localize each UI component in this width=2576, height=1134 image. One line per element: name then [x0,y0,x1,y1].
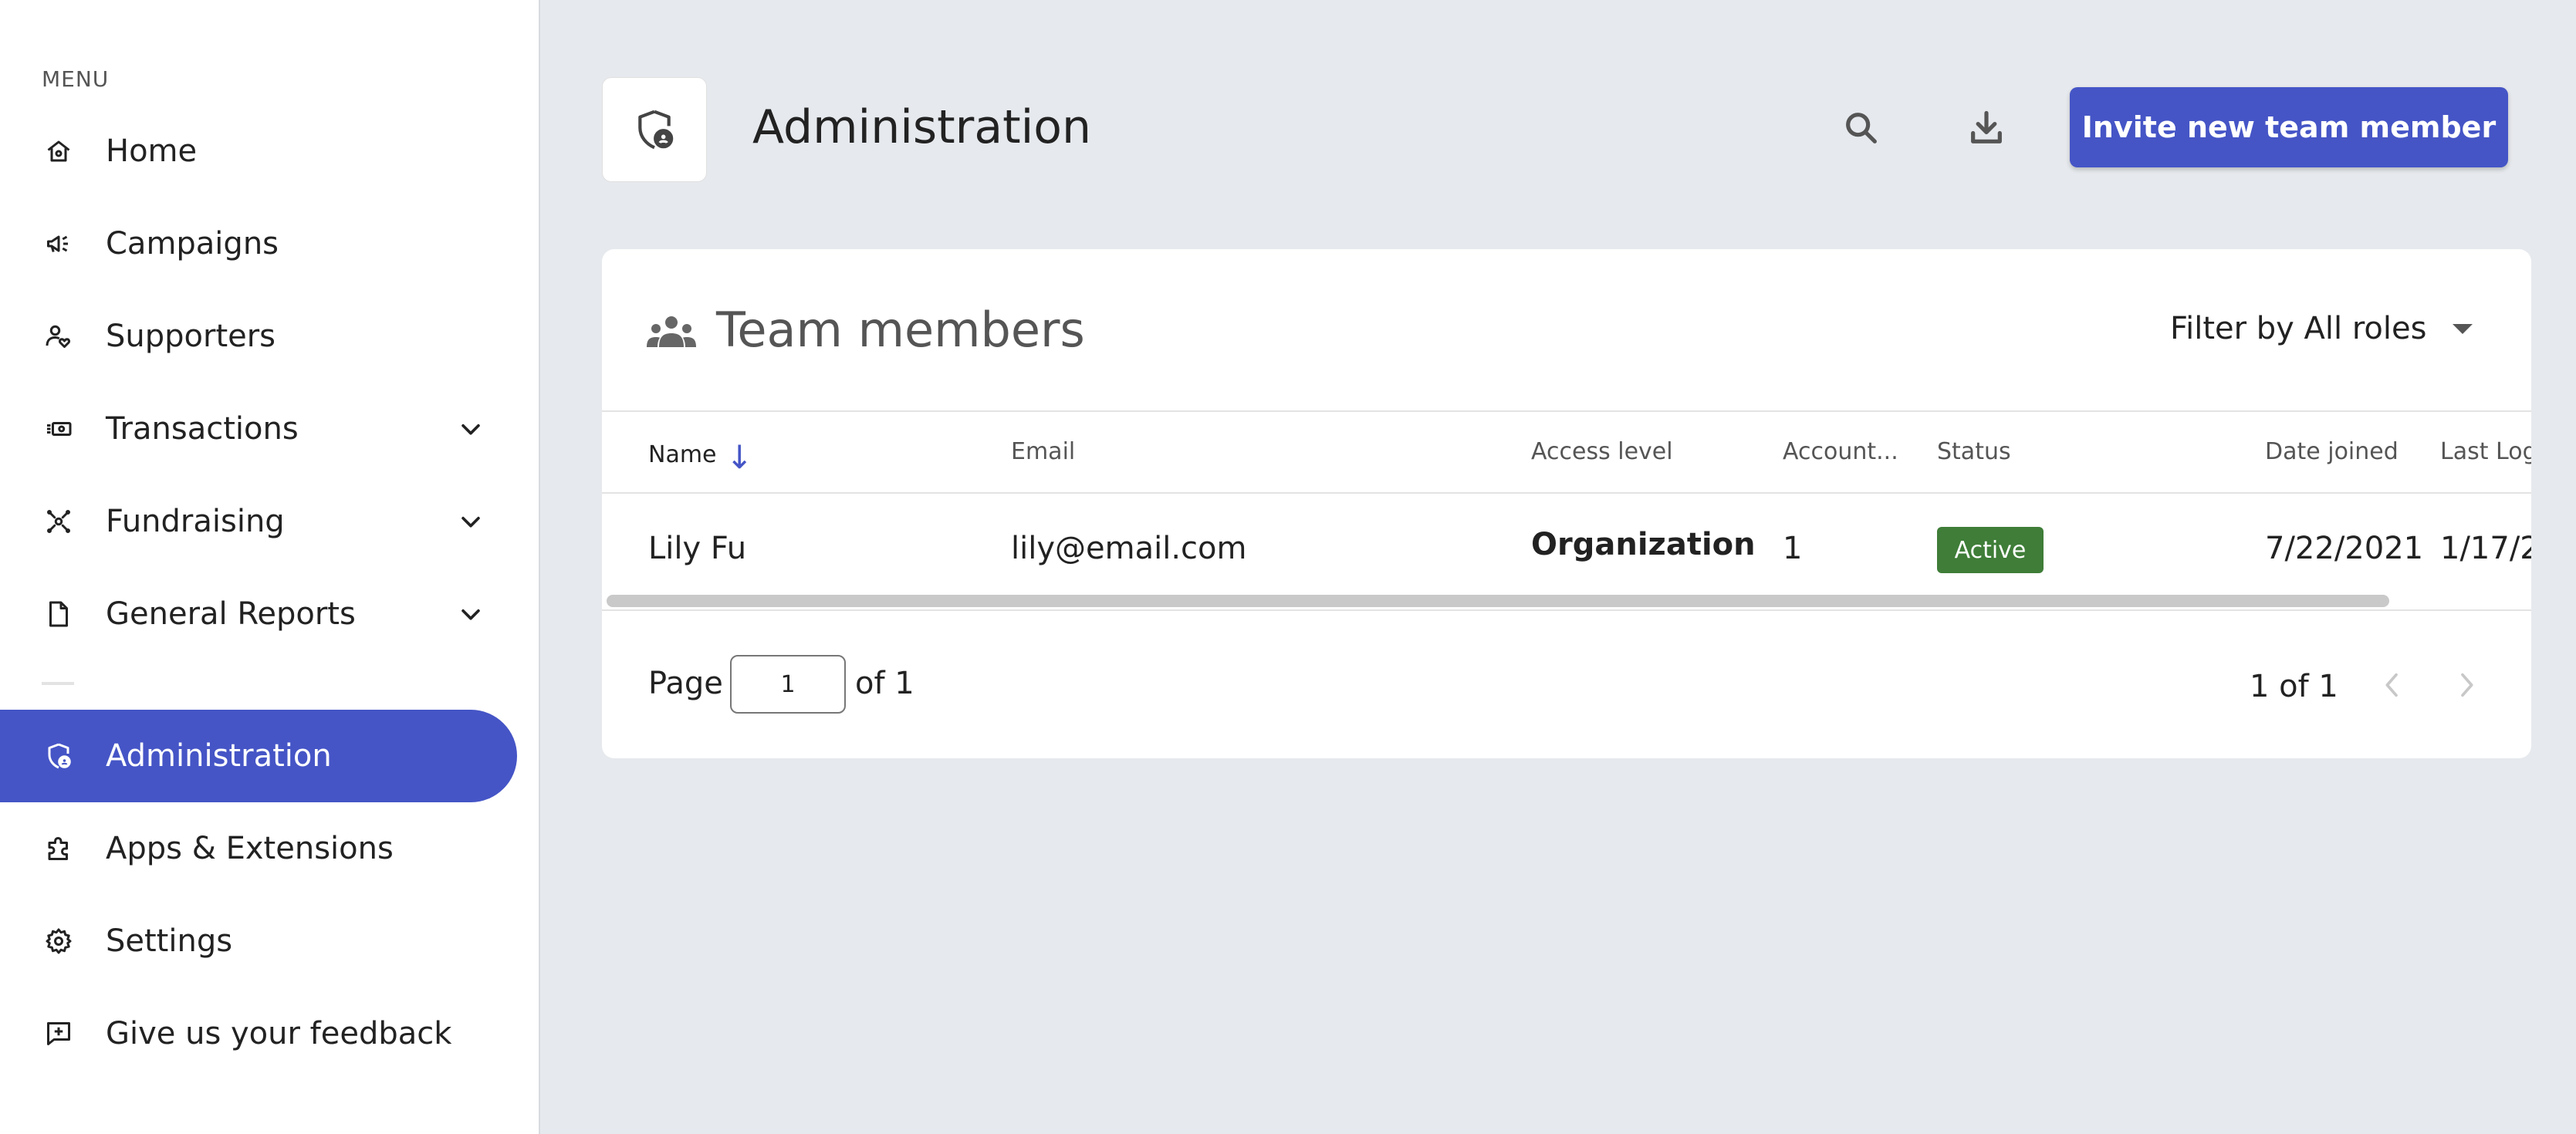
sidebar-item-apps-extensions[interactable]: Apps & Extensions [0,802,517,895]
divider [602,492,2531,494]
cash-icon [43,413,74,444]
cell-last-login: 1/17/2 [2440,531,2531,566]
sidebar-item-label: Administration [106,738,332,774]
status-badge: Active [1937,527,2044,573]
caret-down-icon [2453,323,2473,334]
cell-email: lily@email.com [1011,531,1247,566]
puzzle-icon [43,833,74,864]
sidebar-item-label: Settings [106,923,233,959]
column-header-access-level[interactable]: Access level [1531,438,1673,465]
cell-accounts: 1 [1783,531,1803,566]
sidebar-item-label: Fundraising [106,504,285,539]
previous-page-button[interactable] [2377,666,2408,704]
cell-date-joined: 7/22/2021 [2265,531,2424,566]
document-icon [43,599,74,629]
page-total-label: of 1 [855,666,914,701]
download-icon [1971,110,2002,143]
sidebar-item-label: Supporters [106,319,276,354]
sidebar-item-label: Campaigns [106,226,279,262]
sidebar-item-label: General Reports [106,596,356,632]
sidebar-item-transactions[interactable]: Transactions [0,383,517,475]
sidebar-item-label: Apps & Extensions [106,831,394,866]
sidebar-divider [42,682,74,685]
column-header-email[interactable]: Email [1011,438,1075,465]
group-icon [647,316,696,347]
sidebar-item-feedback[interactable]: Give us your feedback [0,987,517,1080]
page-icon-box [602,77,707,182]
column-header-date-joined[interactable]: Date joined [2265,438,2399,465]
sidebar-item-supporters[interactable]: Supporters [0,290,517,383]
sidebar-item-label: Transactions [106,411,299,447]
menu-label: MENU [42,66,110,92]
divider [602,410,2531,412]
chevron-right-icon [2461,673,2473,697]
download-button[interactable] [1965,106,2008,150]
home-icon [43,136,74,167]
search-icon [1846,113,1877,143]
column-header-accounts[interactable]: Account... [1783,438,1898,465]
page-number-input[interactable] [730,655,846,714]
page-title: Administration [752,100,1092,154]
sidebar: MENU Home Campaigns Supporters Transacti… [0,0,540,1134]
sidebar-item-label: Give us your feedback [106,1016,452,1051]
feedback-icon [43,1018,74,1049]
megaphone-icon [43,228,74,259]
sort-down-arrow-icon[interactable]: ↓ [726,438,753,476]
next-page-button[interactable] [2451,666,2482,704]
supporter-icon [43,321,74,352]
column-header-status[interactable]: Status [1937,438,2011,465]
chevron-down-icon[interactable] [455,413,486,444]
divider [602,609,2531,611]
role-filter-dropdown[interactable]: Filter by All roles [2170,311,2473,346]
sidebar-item-campaigns[interactable]: Campaigns [0,197,517,290]
page-label: Page [648,666,723,701]
page-range-label: 1 of 1 [2250,669,2338,704]
chevron-left-icon [2385,673,2398,697]
column-header-last-login[interactable]: Last Log [2440,438,2531,465]
fundraising-icon [43,506,74,537]
cell-name: Lily Fu [648,531,747,566]
cell-access-level: Organization only [1531,527,1764,562]
sidebar-item-fundraising[interactable]: Fundraising [0,475,517,568]
sidebar-item-label: Home [106,133,198,169]
sidebar-item-general-reports[interactable]: General Reports [0,568,517,660]
search-button[interactable] [1840,106,1883,150]
sidebar-item-home[interactable]: Home [0,105,517,197]
horizontal-scrollbar[interactable] [607,595,2389,607]
sidebar-item-settings[interactable]: Settings [0,895,517,987]
invite-team-member-button[interactable]: Invite new team member [2070,87,2508,167]
gear-icon [43,926,74,957]
chevron-down-icon[interactable] [455,506,486,537]
admin-shield-icon [43,741,74,771]
filter-label: Filter by All roles [2170,311,2427,346]
card-title: Team members [716,302,1085,358]
team-members-card: Team members Filter by All roles Name ↓ E… [602,249,2531,758]
sidebar-item-administration[interactable]: Administration [0,710,517,802]
chevron-down-icon[interactable] [455,599,486,629]
column-header-name[interactable]: Name ↓ [648,438,753,476]
admin-shield-icon [638,110,674,150]
